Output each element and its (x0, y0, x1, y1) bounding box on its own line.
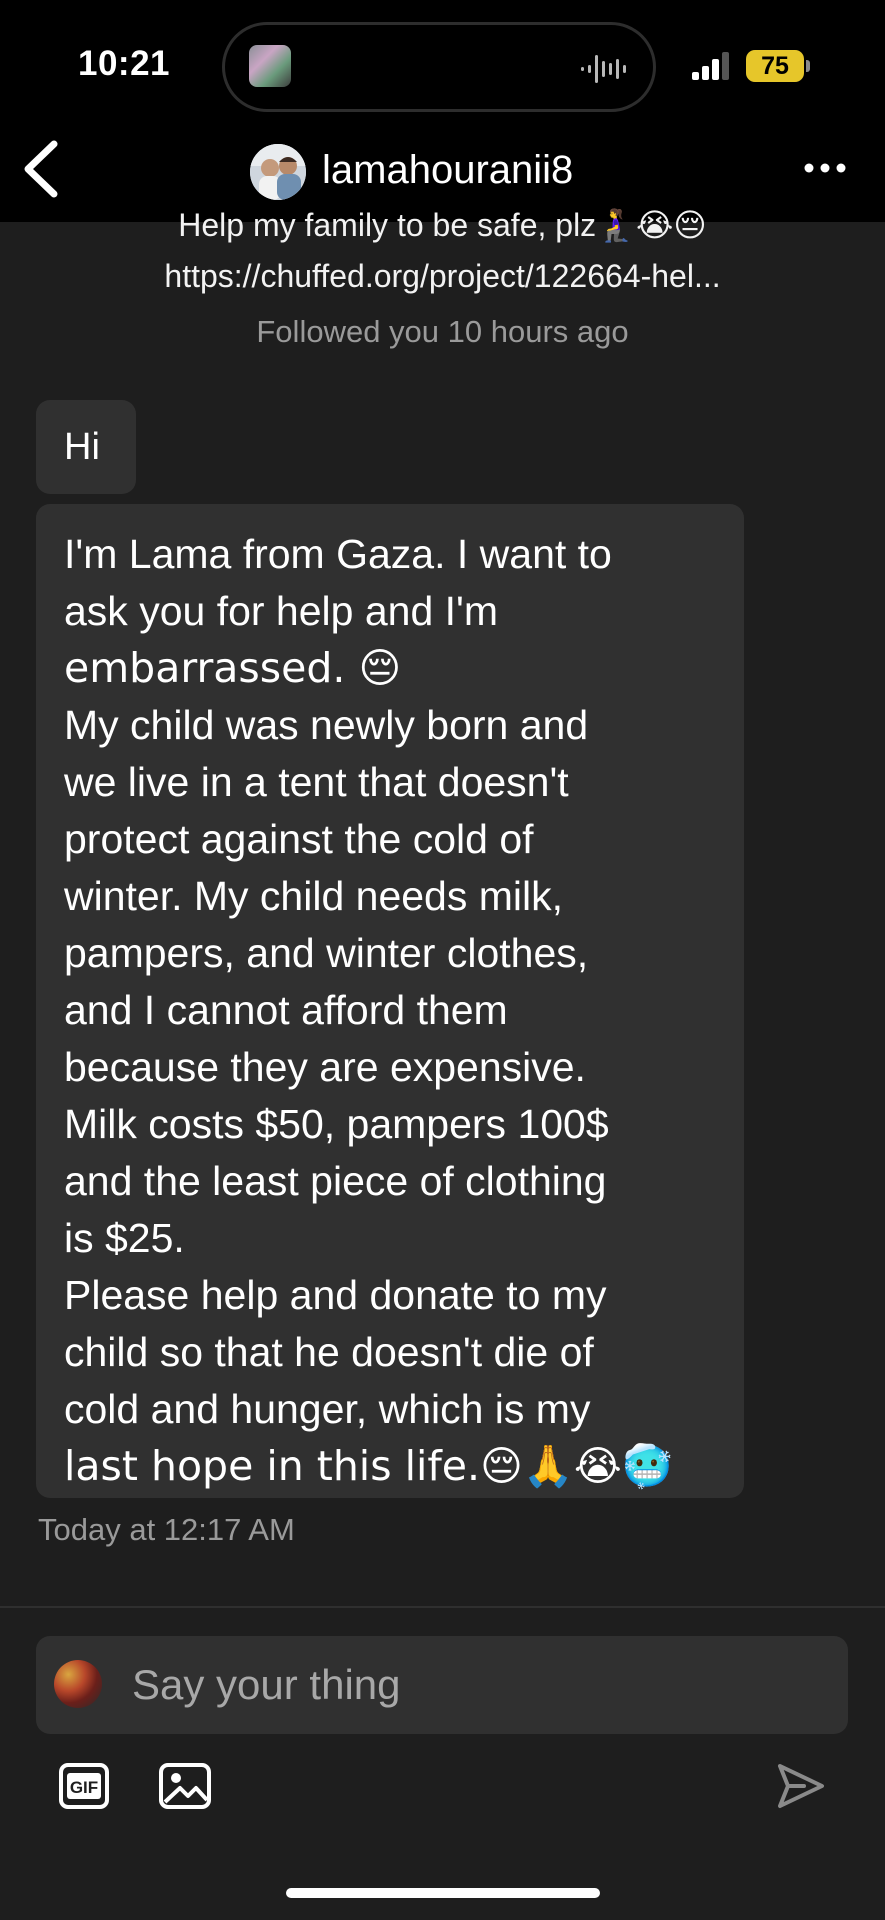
battery-indicator: 75 (746, 50, 804, 82)
image-icon[interactable] (158, 1762, 212, 1810)
message-input[interactable] (132, 1636, 822, 1734)
message-line: because they are expensive. (64, 1044, 586, 1090)
message-line: cold and hunger, which is my (64, 1386, 591, 1432)
status-time: 10:21 (78, 44, 171, 83)
message-line: winter. My child needs milk, (64, 873, 564, 919)
divider (0, 1606, 885, 1608)
message-line: child so that he doesn't die of (64, 1329, 594, 1375)
chevron-left-icon[interactable] (16, 138, 66, 200)
message-timestamp: Today at 12:17 AM (38, 1512, 295, 1547)
profile-bio: Help my family to be safe, plz🧎‍♀️😭😔 (178, 207, 707, 243)
message-line: and I cannot afford them (64, 987, 508, 1033)
dynamic-island[interactable] (222, 22, 656, 112)
message-line: Milk costs $50, pampers 100$ (64, 1101, 609, 1147)
gif-button[interactable]: GIF (58, 1762, 110, 1810)
avatar-photo (250, 144, 306, 200)
message-text: Hi (64, 426, 100, 468)
message-line: and the least piece of clothing (64, 1158, 607, 1204)
message-line: pampers, and winter clothes, (64, 930, 589, 976)
message-line: we live in a tent that doesn't (64, 759, 569, 805)
more-horizontal-icon[interactable] (800, 150, 850, 186)
home-indicator[interactable] (286, 1888, 600, 1898)
followed-status: Followed you 10 hours ago (256, 314, 629, 349)
message-line: protect against the cold of (64, 816, 534, 862)
message-line: embarrassed. 😔 (64, 644, 402, 692)
message-line: My child was newly born and (64, 702, 589, 748)
send-icon[interactable] (774, 1760, 826, 1812)
conversation-username[interactable]: lamahouranii8 (322, 148, 573, 193)
cellular-signal-icon (692, 52, 729, 80)
now-playing-thumbnail (249, 45, 291, 87)
message-bubble[interactable]: Hi (36, 400, 136, 494)
message-line: last hope in this life.😔🙏😭🥶 (64, 1442, 673, 1490)
my-avatar (54, 1660, 102, 1708)
message-line: is $25. (64, 1215, 185, 1261)
avatar[interactable] (250, 144, 306, 200)
profile-link[interactable]: https://chuffed.org/project/122664-hel..… (0, 258, 885, 295)
message-composer (36, 1636, 848, 1734)
gif-label: GIF (70, 1778, 98, 1797)
audio-waveform-icon (581, 55, 626, 83)
top-bar: 10:21 75 lamahouranii8 (0, 0, 885, 222)
battery-tip (806, 60, 810, 72)
message-line: Please help and donate to my (64, 1272, 607, 1318)
message-line: I'm Lama from Gaza. I want to (64, 531, 612, 577)
message-bubble[interactable]: I'm Lama from Gaza. I want to ask you fo… (36, 504, 744, 1498)
message-line: ask you for help and I'm (64, 588, 499, 634)
